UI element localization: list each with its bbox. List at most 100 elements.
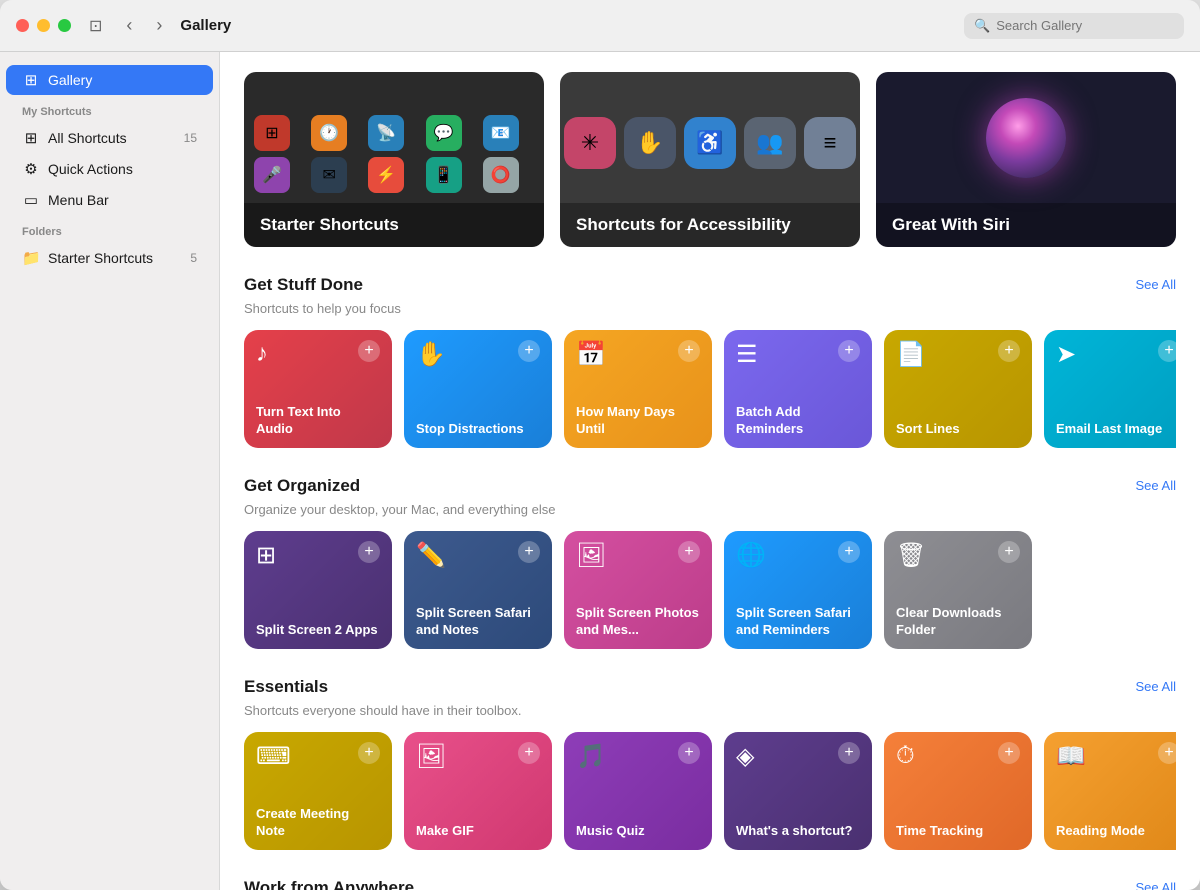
featured-card-siri[interactable]: Great With Siri xyxy=(876,72,1176,247)
access-icon-5: ≡ xyxy=(804,117,856,169)
hand-icon: ✋ xyxy=(416,340,446,369)
sidebar-item-gallery[interactable]: ⊞ Gallery xyxy=(6,65,213,95)
shortcut-card-email-last-image[interactable]: ➤ + Email Last Image xyxy=(1044,330,1176,448)
shortcut-card-sort-lines[interactable]: 📄 + Sort Lines xyxy=(884,330,1032,448)
sidebar-item-menu-bar[interactable]: ▭ Menu Bar xyxy=(6,185,213,215)
add-button[interactable]: + xyxy=(518,340,540,362)
add-button[interactable]: + xyxy=(678,742,700,764)
shortcut-card-make-gif[interactable]: 🖼 + Make GIF xyxy=(404,732,552,850)
sidebar-item-all-shortcuts[interactable]: ⊞ All Shortcuts 15 xyxy=(6,123,213,153)
card-top: ◈ + xyxy=(736,742,860,771)
shortcut-card-meeting-note[interactable]: ⌨ + Create Meeting Note xyxy=(244,732,392,850)
add-button[interactable]: + xyxy=(998,742,1020,764)
add-button[interactable]: + xyxy=(838,541,860,563)
sidebar-toggle-button[interactable]: ⊡ xyxy=(83,14,108,38)
edit-icon: ✏️ xyxy=(416,541,446,570)
split-screen-icon: ⊞ xyxy=(256,541,276,570)
title-bar: ⊡ ‹ › Gallery 🔍 xyxy=(0,0,1200,52)
search-input[interactable] xyxy=(996,18,1174,33)
featured-card-accessibility[interactable]: ✳ ✋ ♿ 👥 ≡ Shortcuts for Accessibility xyxy=(560,72,860,247)
shortcut-card-split-safari-notes[interactable]: ✏️ + Split Screen Safari and Notes xyxy=(404,531,552,649)
starter-shortcuts-folder-label: Starter Shortcuts xyxy=(48,250,153,266)
featured-card-starter[interactable]: ⊞ 🕐 📡 💬 📧 🎤 ✉ ⚡ 📱 ⭕ xyxy=(244,72,544,247)
add-button[interactable]: + xyxy=(998,541,1020,563)
shortcut-card-time-tracking[interactable]: ⏱ + Time Tracking xyxy=(884,732,1032,850)
starter-icon-10: ⭕ xyxy=(483,157,519,193)
section-header-get-organized: Get Organized See All xyxy=(244,476,1176,496)
add-button[interactable]: + xyxy=(998,340,1020,362)
siri-orb xyxy=(986,98,1066,178)
card-top: 🖼 + xyxy=(576,541,700,570)
see-all-get-stuff-done[interactable]: See All xyxy=(1136,277,1176,292)
section-title-essentials: Essentials xyxy=(244,677,328,697)
card-top: ☰ + xyxy=(736,340,860,369)
section-title-get-stuff-done: Get Stuff Done xyxy=(244,275,363,295)
access-card-title: Shortcuts for Accessibility xyxy=(576,215,791,234)
menu-bar-label: Menu Bar xyxy=(48,192,109,208)
list-icon: ☰ xyxy=(736,340,758,369)
shortcut-card-split-safari-reminders[interactable]: 🌐 + Split Screen Safari and Reminders xyxy=(724,531,872,649)
shortcut-label: Sort Lines xyxy=(896,421,1020,438)
starter-icon-2: 🕐 xyxy=(311,115,347,151)
back-button[interactable]: ‹ xyxy=(120,13,138,38)
shortcut-card-split-screen-2apps[interactable]: ⊞ + Split Screen 2 Apps xyxy=(244,531,392,649)
card-top: ⌨ + xyxy=(256,742,380,771)
see-all-work-from-anywhere[interactable]: See All xyxy=(1136,880,1176,890)
add-button[interactable]: + xyxy=(358,541,380,563)
shortcut-card-reading-mode[interactable]: 📖 + Reading Mode xyxy=(1044,732,1176,850)
add-button[interactable]: + xyxy=(1158,742,1176,764)
shortcut-card-split-photos-mes[interactable]: 🖼 + Split Screen Photos and Mes... xyxy=(564,531,712,649)
add-button[interactable]: + xyxy=(678,340,700,362)
section-title-work-from-anywhere: Work from Anywhere xyxy=(244,878,414,890)
add-button[interactable]: + xyxy=(518,742,540,764)
close-button[interactable] xyxy=(16,19,29,32)
shortcut-card-clear-downloads[interactable]: 🗑 + Clear Downloads Folder xyxy=(884,531,1032,649)
card-top: 📖 + xyxy=(1056,742,1176,771)
traffic-lights xyxy=(16,19,71,32)
shortcut-card-stop-distractions[interactable]: ✋ + Stop Distractions xyxy=(404,330,552,448)
all-shortcuts-badge: 15 xyxy=(184,131,197,145)
quick-actions-icon: ⚙ xyxy=(22,160,40,178)
sidebar-gallery-label: Gallery xyxy=(48,72,92,88)
window-title: Gallery xyxy=(180,17,231,34)
all-shortcuts-icon: ⊞ xyxy=(22,129,40,147)
shortcut-label: Turn Text Into Audio xyxy=(256,404,380,438)
card-top: ✋ + xyxy=(416,340,540,369)
add-button[interactable]: + xyxy=(358,742,380,764)
shortcut-card-whats-shortcut[interactable]: ◈ + What's a shortcut? xyxy=(724,732,872,850)
shortcut-label: What's a shortcut? xyxy=(736,823,860,840)
siri-card-title: Great With Siri xyxy=(892,215,1010,234)
add-button[interactable]: + xyxy=(358,340,380,362)
sidebar-item-starter-shortcuts[interactable]: 📁 Starter Shortcuts 5 xyxy=(6,243,213,273)
maximize-button[interactable] xyxy=(58,19,71,32)
shortcut-card-batch-add-reminders[interactable]: ☰ + Batch Add Reminders xyxy=(724,330,872,448)
shortcut-label: How Many Days Until xyxy=(576,404,700,438)
section-essentials: Essentials See All Shortcuts everyone sh… xyxy=(244,677,1176,850)
search-bar[interactable]: 🔍 xyxy=(964,13,1184,39)
sidebar-item-quick-actions[interactable]: ⚙ Quick Actions xyxy=(6,154,213,184)
forward-button[interactable]: › xyxy=(150,13,168,38)
shortcut-label: Make GIF xyxy=(416,823,540,840)
minimize-button[interactable] xyxy=(37,19,50,32)
starter-icon-6: 🎤 xyxy=(254,157,290,193)
add-button[interactable]: + xyxy=(678,541,700,563)
search-icon: 🔍 xyxy=(974,18,990,34)
keyboard-icon: ⌨ xyxy=(256,742,291,771)
see-all-get-organized[interactable]: See All xyxy=(1136,478,1176,493)
shortcut-card-music-quiz[interactable]: 🎵 + Music Quiz xyxy=(564,732,712,850)
starter-shortcuts-count: 5 xyxy=(190,251,197,265)
add-button[interactable]: + xyxy=(1158,340,1176,362)
add-button[interactable]: + xyxy=(518,541,540,563)
shortcut-card-turn-text-audio[interactable]: ♪ + Turn Text Into Audio xyxy=(244,330,392,448)
shortcut-label: Split Screen Photos and Mes... xyxy=(576,605,700,639)
shortcut-label: Split Screen 2 Apps xyxy=(256,622,380,639)
send-icon: ➤ xyxy=(1056,340,1076,369)
card-top: ⏱ + xyxy=(896,742,1020,770)
see-all-essentials[interactable]: See All xyxy=(1136,679,1176,694)
add-button[interactable]: + xyxy=(838,742,860,764)
main-content: ⊞ 🕐 📡 💬 📧 🎤 ✉ ⚡ 📱 ⭕ xyxy=(220,52,1200,890)
starter-icon-1: ⊞ xyxy=(254,115,290,151)
shortcut-card-how-many-days[interactable]: 📅 + How Many Days Until xyxy=(564,330,712,448)
starter-icon-9: 📱 xyxy=(426,157,462,193)
add-button[interactable]: + xyxy=(838,340,860,362)
